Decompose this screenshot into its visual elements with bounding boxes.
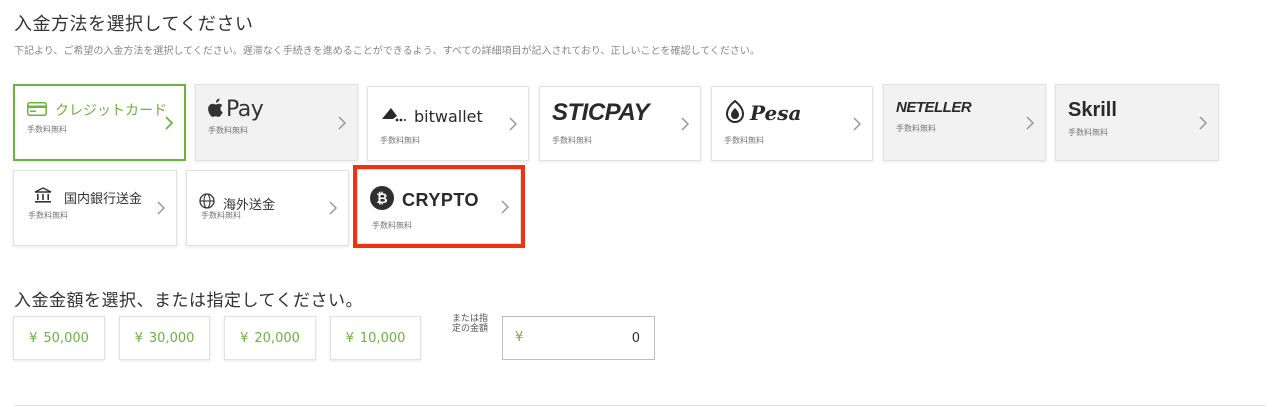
amount-preset-10000[interactable]: ¥ 10,000 <box>330 316 421 360</box>
currency-symbol: ¥ <box>240 330 249 346</box>
method-card-pesa[interactable]: Pesa 手数料無料 <box>711 86 873 161</box>
amount-preset-50000[interactable]: ¥ 50,000 <box>13 316 105 360</box>
amount-preset-20000[interactable]: ¥ 20,000 <box>224 316 316 360</box>
method-fee: 手数料無料 <box>552 136 592 145</box>
amount-section-title: 入金金額を選択、または指定してください。 <box>14 291 363 311</box>
custom-amount-label: または指定の金額 <box>451 314 488 334</box>
chevron-right-icon <box>680 116 690 131</box>
page-subtitle: 下記より、ご希望の入金方法を選択してください。遅滞なく手続きを進めることができる… <box>14 46 760 57</box>
chevron-right-icon <box>164 115 174 130</box>
method-label: クレジットカード <box>55 103 167 119</box>
method-fee: 手数料無料 <box>372 221 412 230</box>
pesa-icon <box>724 99 746 127</box>
amount-preset-30000[interactable]: ¥ 30,000 <box>119 316 210 360</box>
amount-value: 50,000 <box>43 330 89 346</box>
method-label: Pay <box>226 97 264 122</box>
method-fee: 手数料無料 <box>724 136 764 145</box>
method-label: NETELLER <box>896 99 972 116</box>
method-fee: 手数料無料 <box>27 125 67 134</box>
chevron-right-icon <box>337 115 347 130</box>
apple-icon <box>208 98 224 122</box>
method-fee: 手数料無料 <box>896 124 936 133</box>
currency-symbol: ¥ <box>345 330 354 346</box>
chevron-right-icon <box>852 116 862 131</box>
method-fee: 手数料無料 <box>28 211 68 220</box>
chevron-right-icon <box>1025 115 1035 130</box>
method-label: Pesa <box>750 101 802 125</box>
chevron-right-icon <box>508 116 518 131</box>
custom-amount-field[interactable]: ¥ <box>502 316 655 360</box>
chevron-right-icon <box>328 201 338 215</box>
method-card-neteller[interactable]: NETELLER 手数料無料 <box>883 84 1046 161</box>
currency-symbol: ¥ <box>515 330 524 345</box>
divider <box>14 405 1266 406</box>
bitwallet-icon <box>380 105 406 127</box>
method-fee: 手数料無料 <box>1068 128 1108 137</box>
page-title: 入金方法を選択してください <box>14 14 254 35</box>
method-card-applepay[interactable]: Pay 手数料無料 <box>195 84 358 161</box>
method-fee: 手数料無料 <box>201 211 241 220</box>
bank-icon <box>34 187 52 208</box>
method-label: 国内銀行送金 <box>64 192 143 207</box>
method-card-skrill[interactable]: Skrill 手数料無料 <box>1055 84 1219 161</box>
custom-amount-input[interactable] <box>542 327 642 349</box>
amount-value: 30,000 <box>148 330 195 346</box>
method-card-bitwallet[interactable]: bitwallet 手数料無料 <box>367 86 529 161</box>
method-card-bank-overseas[interactable]: 海外送金 手数料無料 <box>186 170 349 246</box>
method-label: CRYPTO <box>402 189 480 210</box>
chevron-right-icon <box>1198 115 1208 130</box>
bitcoin-icon: ₿ <box>370 186 394 214</box>
method-card-crypto[interactable]: ₿ CRYPTO 手数料無料 <box>357 169 521 244</box>
method-fee: 手数料無料 <box>208 126 248 135</box>
credit-card-icon <box>27 101 47 120</box>
method-card-bank-domestic[interactable]: 国内銀行送金 手数料無料 <box>13 170 177 246</box>
svg-text:₿: ₿ <box>376 191 387 207</box>
method-card-sticpay[interactable]: STICPAY 手数料無料 <box>539 86 701 161</box>
amount-value: 10,000 <box>359 330 406 346</box>
currency-symbol: ¥ <box>29 330 38 346</box>
chevron-right-icon <box>500 199 510 214</box>
method-label: STICPAY <box>552 99 649 126</box>
method-label: bitwallet <box>414 106 483 126</box>
chevron-right-icon <box>156 201 166 215</box>
amount-value: 20,000 <box>254 330 300 346</box>
method-fee: 手数料無料 <box>380 136 420 145</box>
method-card-credit[interactable]: クレジットカード 手数料無料 <box>13 84 186 161</box>
currency-symbol: ¥ <box>134 330 143 346</box>
method-label: Skrill <box>1068 99 1117 121</box>
